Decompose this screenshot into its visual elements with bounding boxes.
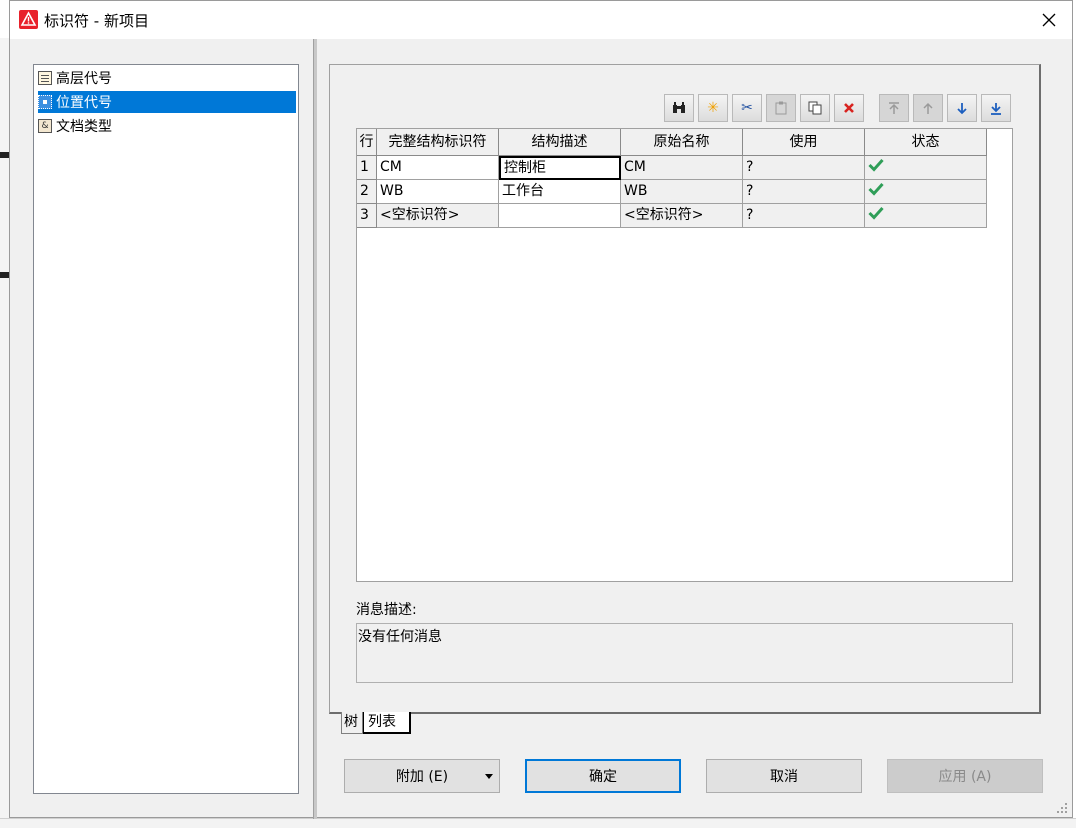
column-header-row-number[interactable]: 行: [357, 129, 377, 156]
cell-description[interactable]: 控制柜: [499, 156, 621, 180]
paste-button[interactable]: [766, 94, 796, 122]
tab-list[interactable]: 列表: [363, 712, 411, 734]
add-button-label: 附加 (E): [395, 769, 449, 785]
delete-x-icon: [844, 103, 854, 113]
cell-full-id[interactable]: CM: [377, 156, 499, 180]
cell-description[interactable]: [499, 204, 621, 228]
warning-triangle-icon: [19, 10, 38, 29]
check-icon: [868, 182, 884, 196]
identifier-dialog: 标识符 - 新项目 高层代号 位置代号 & 文档类型 ✳ ✂ 行 完整结构标识符…: [9, 0, 1073, 819]
tree-item-label: 位置代号: [56, 95, 112, 111]
binoculars-icon: [673, 102, 685, 113]
new-star-icon: ✳: [707, 100, 719, 116]
move-top-icon: [889, 101, 899, 114]
document-icon: &: [38, 119, 52, 133]
column-header-usage[interactable]: 使用: [743, 129, 865, 156]
column-header-original-name[interactable]: 原始名称: [621, 129, 743, 156]
cell-status[interactable]: [865, 156, 987, 180]
chevron-down-icon: [485, 774, 493, 779]
cell-description[interactable]: 工作台: [499, 180, 621, 204]
identifier-grid[interactable]: 行 完整结构标识符 结构描述 原始名称 使用 状态 1 CM 控制柜 CM ? …: [356, 128, 1013, 582]
cell-status[interactable]: [865, 204, 987, 228]
category-tree[interactable]: 高层代号 位置代号 & 文档类型: [33, 64, 299, 794]
row-number[interactable]: 2: [357, 180, 377, 204]
list-icon: [38, 71, 52, 85]
cell-status[interactable]: [865, 180, 987, 204]
cell-original-name[interactable]: <空标识符>: [621, 204, 743, 228]
check-icon: [868, 206, 884, 220]
paste-icon: [775, 101, 787, 115]
close-icon: [1042, 13, 1056, 27]
column-header-status[interactable]: 状态: [865, 129, 987, 156]
message-label: 消息描述:: [356, 602, 417, 618]
tab-tree[interactable]: 树: [341, 712, 363, 734]
column-header-description[interactable]: 结构描述: [499, 129, 621, 156]
row-number[interactable]: 1: [357, 156, 377, 180]
tree-item-location-code[interactable]: 位置代号: [38, 91, 296, 113]
panel-splitter[interactable]: [313, 39, 317, 819]
tree-item-label: 文档类型: [56, 119, 112, 135]
background-mark: [0, 152, 9, 158]
close-button[interactable]: [1026, 1, 1072, 39]
cell-usage[interactable]: ?: [743, 156, 865, 180]
cell-usage[interactable]: ?: [743, 204, 865, 228]
tree-item-high-level-code[interactable]: 高层代号: [38, 67, 296, 89]
background-mark: [0, 272, 9, 278]
cut-button[interactable]: ✂: [732, 94, 762, 122]
message-box: 没有任何消息: [356, 623, 1013, 683]
cell-full-id[interactable]: <空标识符>: [377, 204, 499, 228]
move-up-icon: [923, 102, 933, 114]
move-down-icon: [957, 102, 967, 114]
cell-original-name[interactable]: CM: [621, 156, 743, 180]
column-header-full-id[interactable]: 完整结构标识符: [377, 129, 499, 156]
title-bar: 标识符 - 新项目: [10, 1, 1072, 39]
move-bottom-icon: [991, 102, 1001, 115]
window-title: 标识符 - 新项目: [44, 12, 149, 30]
apply-button[interactable]: 应用 (A): [887, 759, 1043, 793]
cell-full-id[interactable]: WB: [377, 180, 499, 204]
check-icon: [868, 158, 884, 172]
move-up-button[interactable]: [913, 94, 943, 122]
move-bottom-button[interactable]: [981, 94, 1011, 122]
tree-item-document-type[interactable]: & 文档类型: [38, 115, 296, 137]
new-button[interactable]: ✳: [698, 94, 728, 122]
delete-button[interactable]: [834, 94, 864, 122]
move-down-button[interactable]: [947, 94, 977, 122]
cancel-button[interactable]: 取消: [706, 759, 862, 793]
cell-original-name[interactable]: WB: [621, 180, 743, 204]
move-top-button[interactable]: [879, 94, 909, 122]
copy-button[interactable]: [800, 94, 830, 122]
tree-item-label: 高层代号: [56, 71, 112, 87]
add-button[interactable]: 附加 (E): [344, 759, 500, 793]
location-icon: [38, 95, 52, 109]
ok-button[interactable]: 确定: [525, 759, 681, 793]
find-button[interactable]: [664, 94, 694, 122]
row-number[interactable]: 3: [357, 204, 377, 228]
cut-icon: ✂: [741, 100, 753, 116]
cell-usage[interactable]: ?: [743, 180, 865, 204]
resize-grip-icon[interactable]: [1056, 802, 1068, 814]
copy-icon: [808, 101, 822, 115]
